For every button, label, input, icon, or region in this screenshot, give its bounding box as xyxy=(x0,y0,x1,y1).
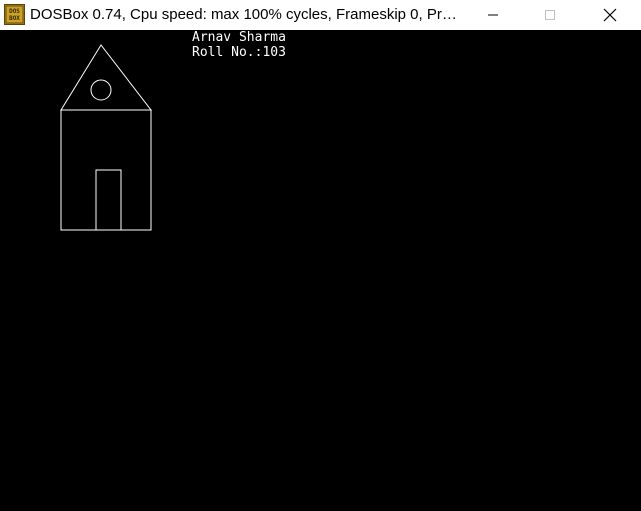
minimize-button[interactable] xyxy=(470,0,516,30)
dosbox-icon[interactable]: DOS BOX xyxy=(4,4,25,25)
svg-text:DOS: DOS xyxy=(9,8,20,15)
maximize-icon xyxy=(545,10,555,20)
svg-text:BOX: BOX xyxy=(9,15,20,22)
window-title: DOSBox 0.74, Cpu speed: max 100% cycles,… xyxy=(30,6,462,23)
close-icon xyxy=(603,8,617,22)
maximize-button[interactable] xyxy=(527,0,573,30)
close-button[interactable] xyxy=(587,0,633,30)
dosbox-window: DOS BOX DOSBox 0.74, Cpu speed: max 100%… xyxy=(0,0,641,511)
dos-screen[interactable]: Arnav Sharma Roll No.:103 xyxy=(0,30,641,511)
house-door xyxy=(95,169,122,231)
minimize-icon xyxy=(488,14,498,16)
house-roof xyxy=(60,44,153,111)
roof-window xyxy=(90,79,112,101)
title-bar[interactable]: DOS BOX DOSBox 0.74, Cpu speed: max 100%… xyxy=(0,0,641,30)
house-drawing xyxy=(60,44,153,231)
